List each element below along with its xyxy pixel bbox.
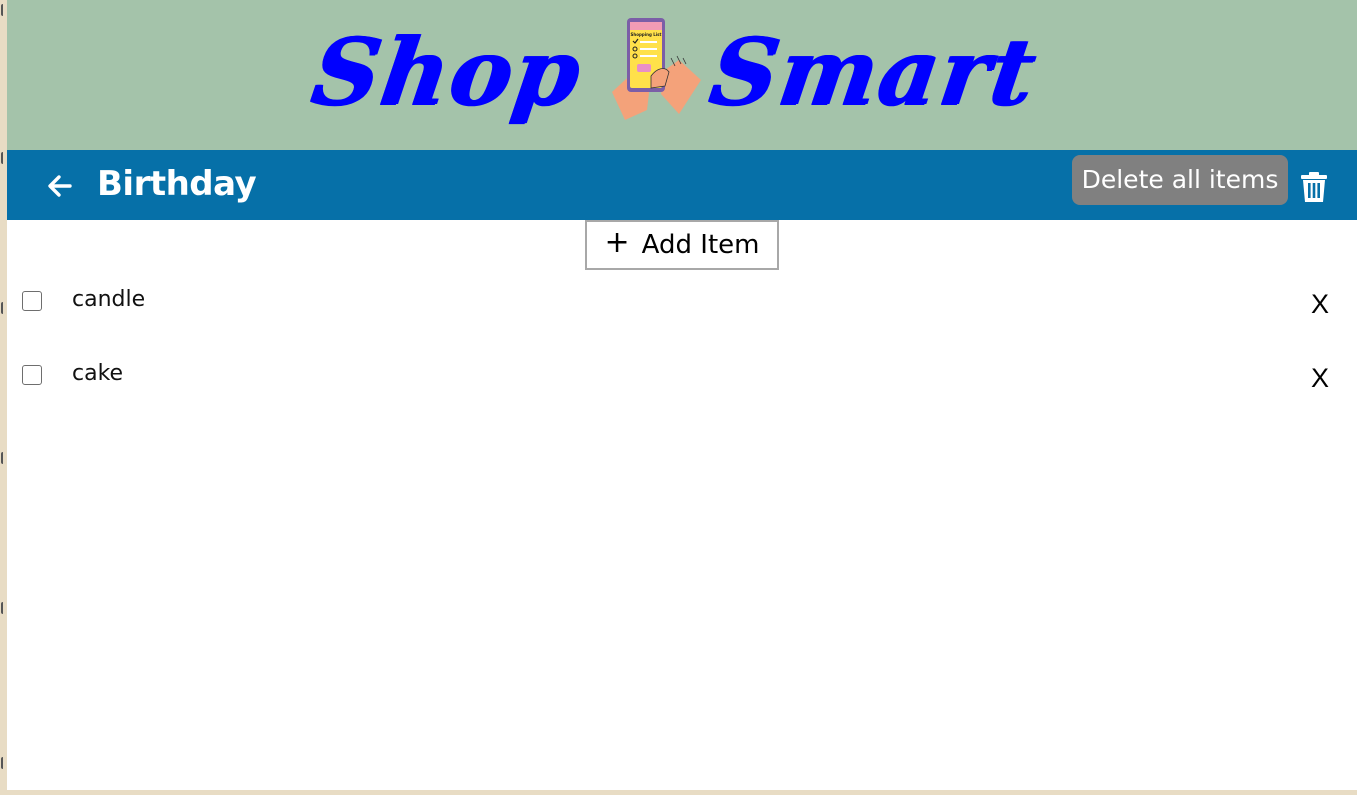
shopsmart-logo: Shop Shopping List Smart <box>305 14 1067 134</box>
hero-banner: Shop Shopping List Smart <box>7 0 1357 150</box>
list-item: cake X <box>7 355 1357 395</box>
delete-list-button[interactable] <box>1298 170 1330 204</box>
item-label: candle <box>72 287 146 312</box>
list-item: candle X <box>7 281 1357 321</box>
phone-in-hand-icon: Shopping List <box>612 18 701 120</box>
add-item-button[interactable]: + Add Item <box>585 220 779 270</box>
svg-text:Shopping List: Shopping List <box>631 32 662 37</box>
item-label: cake <box>72 361 124 386</box>
delete-all-items-button[interactable]: Delete all items <box>1072 155 1288 205</box>
arrow-left-icon <box>48 175 72 197</box>
item-checkbox[interactable] <box>22 291 42 311</box>
logo-word-shop: Shop <box>305 18 588 126</box>
remove-item-button[interactable]: X <box>1307 363 1333 393</box>
add-item-label: Add Item <box>641 230 760 260</box>
list-header-bar: Birthday Delete all items <box>7 150 1357 220</box>
item-checkbox[interactable] <box>22 365 42 385</box>
list-title: Birthday <box>97 164 257 204</box>
logo-word-smart: Smart <box>703 18 1043 126</box>
remove-item-button[interactable]: X <box>1307 289 1333 319</box>
app-container: Shop Shopping List Smart Birthday Delete… <box>7 0 1357 790</box>
back-button[interactable] <box>45 172 75 200</box>
plus-icon: + <box>604 225 630 260</box>
trash-icon <box>1301 172 1327 202</box>
